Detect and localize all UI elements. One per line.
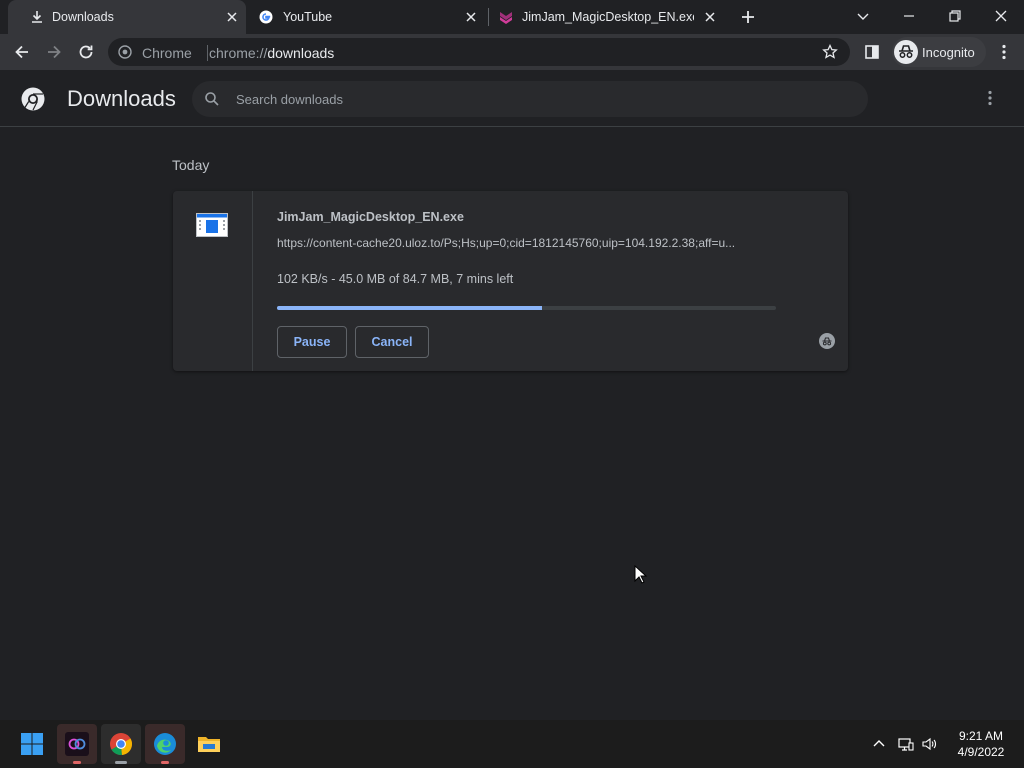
running-indicator (73, 761, 81, 764)
incognito-download-icon (819, 333, 835, 349)
incognito-badge[interactable]: Incognito (892, 37, 986, 67)
chrome-logo-icon (21, 87, 45, 111)
progress-bar (277, 306, 776, 310)
reload-icon[interactable] (76, 42, 96, 62)
network-icon[interactable] (898, 736, 914, 752)
bookmark-star-icon[interactable] (822, 44, 838, 60)
taskbar: 9:21 AM 4/9/2022 (0, 720, 1024, 768)
clock-time: 9:21 AM (958, 729, 1004, 743)
download-status: 102 KB/s - 45.0 MB of 84.7 MB, 7 mins le… (277, 272, 514, 286)
chevron-up-icon[interactable] (871, 736, 887, 752)
tab-search-icon[interactable] (852, 5, 874, 27)
volume-icon[interactable] (922, 736, 938, 752)
side-panel-icon[interactable] (862, 42, 882, 62)
tab-title: JimJam_MagicDesktop_EN.exe | U (522, 10, 694, 24)
pause-button[interactable]: Pause (277, 326, 347, 358)
google-icon (259, 10, 273, 24)
chrome-menu-icon[interactable] (994, 42, 1014, 62)
uloz-icon (500, 12, 512, 24)
tab-title: YouTube (283, 10, 333, 24)
close-window-icon[interactable] (990, 5, 1012, 27)
running-indicator (115, 761, 127, 764)
close-icon[interactable] (702, 9, 718, 25)
tab-youtube[interactable]: YouTube (246, 0, 488, 34)
close-icon[interactable] (463, 9, 479, 25)
chrome-site-icon[interactable] (118, 45, 132, 59)
toolbar: Chrome chrome://downloads Incognito (0, 34, 1024, 70)
creative-cloud-icon (65, 732, 89, 756)
tab-downloads[interactable]: Downloads (8, 0, 246, 34)
card-divider (252, 191, 253, 371)
running-indicator (161, 761, 169, 764)
taskbar-app-chrome[interactable] (101, 724, 141, 764)
restore-icon[interactable] (944, 5, 966, 27)
close-icon[interactable] (224, 9, 240, 25)
file-url[interactable]: https://content-cache20.uloz.to/Ps;Hs;up… (277, 236, 777, 250)
omnibox[interactable]: Chrome chrome://downloads (108, 38, 850, 66)
search-input[interactable] (236, 89, 836, 109)
tab-strip: Downloads YouTube JimJam_MagicDesktop_EN… (0, 0, 1024, 34)
new-tab-button[interactable] (738, 7, 758, 27)
taskbar-app-creative-cloud[interactable] (57, 724, 97, 764)
tab-title: Downloads (52, 10, 114, 24)
search-icon[interactable] (204, 91, 220, 107)
page-title: Downloads (67, 86, 176, 111)
url-scheme: chrome:// (209, 45, 268, 61)
url-text[interactable]: chrome://downloads (209, 45, 334, 61)
edge-icon (154, 733, 176, 755)
omnibox-site-label: Chrome (142, 45, 192, 61)
minimize-icon[interactable] (898, 5, 920, 27)
tab-uloz[interactable]: JimJam_MagicDesktop_EN.exe | U (489, 0, 725, 34)
start-button[interactable] (12, 724, 52, 764)
folder-icon (198, 737, 220, 752)
file-type-icon (196, 213, 228, 237)
taskbar-app-edge[interactable] (145, 724, 185, 764)
system-clock[interactable]: 9:21 AM 4/9/2022 (948, 728, 1014, 760)
incognito-icon (894, 40, 918, 64)
download-icon (32, 11, 42, 23)
omnibox-separator (207, 45, 208, 61)
taskbar-app-file-explorer[interactable] (189, 724, 229, 764)
cancel-button[interactable]: Cancel (355, 326, 429, 358)
progress-fill (277, 306, 542, 310)
chrome-app-icon (110, 733, 133, 756)
date-section-label: Today (172, 157, 210, 173)
download-item: JimJam_MagicDesktop_EN.exe https://conte… (173, 191, 848, 371)
more-actions-icon[interactable] (980, 88, 1000, 108)
file-name[interactable]: JimJam_MagicDesktop_EN.exe (277, 210, 464, 224)
mouse-cursor-icon (634, 565, 648, 584)
search-bar[interactable] (192, 81, 868, 117)
incognito-label: Incognito (922, 45, 975, 60)
back-icon[interactable] (12, 42, 32, 62)
clock-date: 4/9/2022 (957, 745, 1005, 759)
url-host: downloads (267, 45, 335, 61)
forward-icon[interactable] (44, 42, 64, 62)
windows-start-icon (21, 733, 43, 755)
downloads-header: Downloads (0, 70, 1024, 127)
